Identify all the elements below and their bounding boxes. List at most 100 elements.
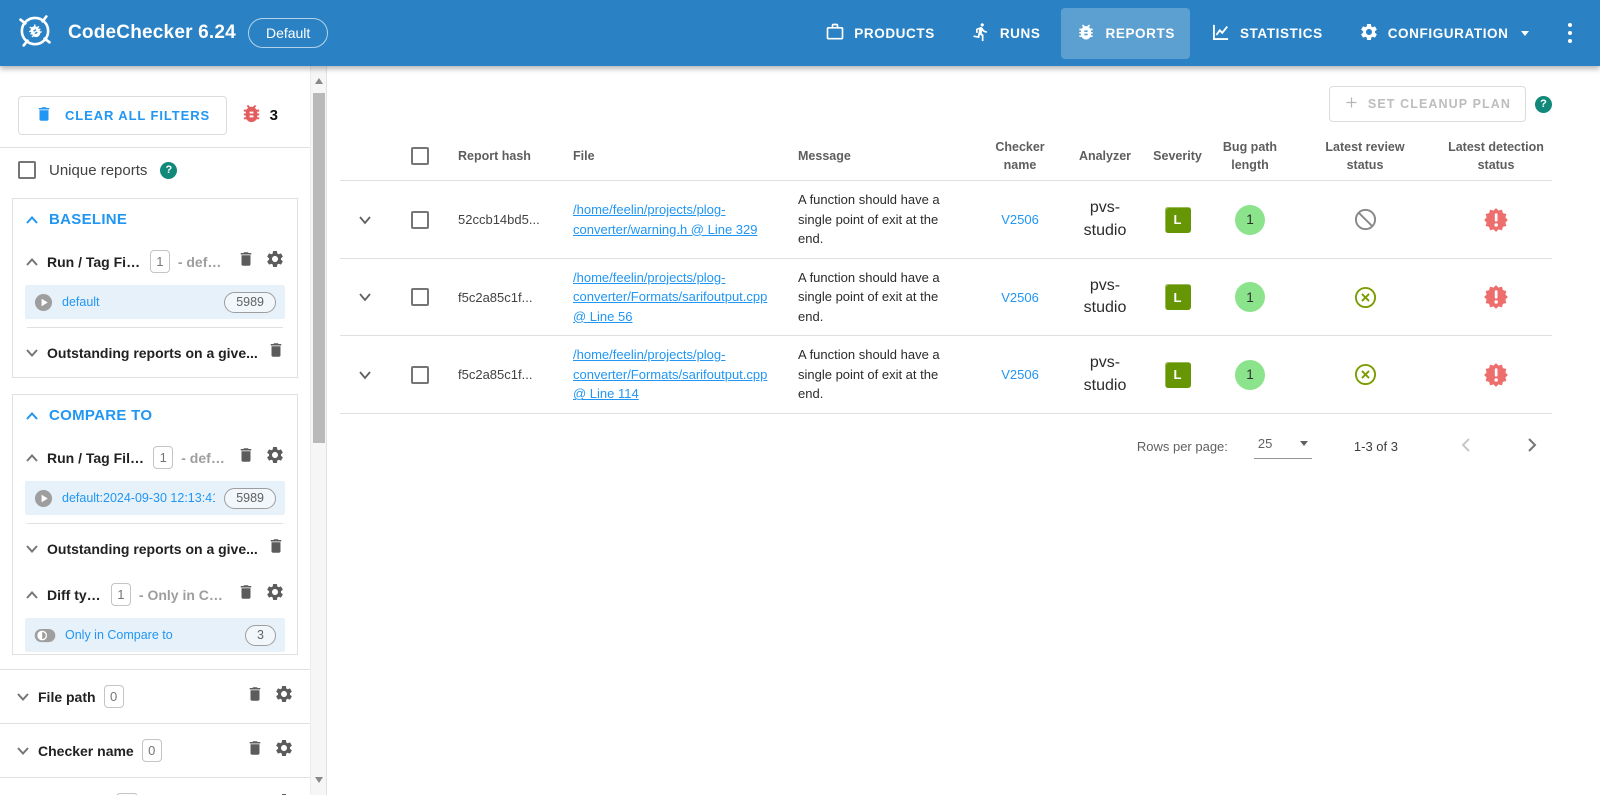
diff-type-filter-header[interactable]: Diff type 1 - Only in Co... bbox=[13, 571, 297, 618]
col-analyzer: Analyzer bbox=[1065, 141, 1145, 171]
compare-outstanding-filter-header[interactable]: Outstanding reports on a give... bbox=[13, 526, 297, 571]
row-expand-button[interactable] bbox=[340, 291, 390, 303]
col-bug-path-length: Bug path length bbox=[1210, 132, 1290, 180]
nav-configuration[interactable]: CONFIGURATION bbox=[1344, 8, 1544, 59]
chevron-up-icon bbox=[25, 453, 39, 463]
filters-sidebar: CLEAR ALL FILTERS 3 Unique reports ? BAS… bbox=[0, 66, 310, 795]
sidebar-scrollbar[interactable] bbox=[310, 66, 327, 795]
trash-icon[interactable] bbox=[267, 341, 285, 364]
nav-statistics[interactable]: STATISTICS bbox=[1196, 8, 1338, 59]
detection-status-cell bbox=[1440, 362, 1552, 388]
bug-path-length-badge: 1 bbox=[1235, 360, 1265, 390]
table-row: 52ccb14bd5... /home/feelin/projects/plog… bbox=[340, 181, 1552, 259]
contrast-icon bbox=[34, 628, 56, 643]
gear-icon[interactable] bbox=[265, 249, 285, 274]
report-message: A function should have a single point of… bbox=[790, 181, 975, 258]
gear-icon[interactable] bbox=[265, 445, 285, 470]
severity-low-badge: L bbox=[1165, 362, 1191, 388]
false-positive-icon bbox=[1353, 285, 1378, 310]
chevron-up-icon bbox=[25, 215, 39, 225]
row-checkbox[interactable] bbox=[411, 288, 429, 306]
baseline-section-header[interactable]: BASELINE bbox=[13, 199, 297, 238]
col-severity: Severity bbox=[1145, 141, 1210, 171]
col-latest-review-status: Latest review status bbox=[1290, 132, 1440, 180]
previous-page-button[interactable] bbox=[1446, 430, 1488, 463]
severity-low-badge: L bbox=[1165, 207, 1191, 233]
file-link[interactable]: /home/feelin/projects/plog-converter/war… bbox=[573, 200, 782, 239]
severity-low-badge: L bbox=[1165, 284, 1191, 310]
review-status-cell bbox=[1290, 285, 1440, 310]
reports-main: SET CLEANUP PLAN ? Report hash File Mess… bbox=[328, 66, 1600, 795]
row-checkbox[interactable] bbox=[411, 211, 429, 229]
file-link[interactable]: /home/feelin/projects/plog-converter/For… bbox=[573, 268, 782, 327]
file-path-filter-header[interactable]: File path 0 bbox=[0, 670, 310, 724]
diff-type-chip[interactable]: Only in Compare to 3 bbox=[25, 618, 285, 652]
unreviewed-icon bbox=[1353, 207, 1378, 232]
clear-all-filters-button[interactable]: CLEAR ALL FILTERS bbox=[18, 96, 227, 135]
baseline-run-chip[interactable]: default 5989 bbox=[25, 285, 285, 319]
baseline-run-tag-filter-header[interactable]: Run / Tag Filter 1 - default bbox=[13, 238, 297, 285]
nav-runs[interactable]: RUNS bbox=[956, 8, 1056, 59]
checker-name-filter-header[interactable]: Checker name 0 bbox=[0, 724, 310, 778]
trash-icon bbox=[35, 105, 53, 126]
scroll-down-arrow[interactable] bbox=[315, 777, 323, 787]
gear-icon[interactable] bbox=[265, 582, 285, 607]
trash-icon[interactable] bbox=[237, 250, 255, 273]
compare-to-section-header[interactable]: COMPARE TO bbox=[13, 395, 297, 434]
table-pagination: Rows per page: 25 1-3 of 3 bbox=[340, 430, 1552, 463]
app-header: CodeChecker 6.24 Default PRODUCTS RUNS R… bbox=[0, 0, 1600, 66]
nav-reports[interactable]: REPORTS bbox=[1061, 8, 1189, 59]
col-checker-name: Checker name bbox=[975, 132, 1065, 180]
bug-icon bbox=[240, 102, 263, 129]
select-all-checkbox[interactable] bbox=[411, 147, 429, 165]
row-expand-button[interactable] bbox=[340, 214, 390, 226]
analyzer-name: pvs-studio bbox=[1065, 197, 1145, 242]
checker-name-link[interactable]: V2506 bbox=[975, 281, 1065, 314]
play-icon bbox=[34, 293, 53, 312]
gear-icon[interactable] bbox=[274, 684, 294, 709]
table-header-row: Report hash File Message Checker name An… bbox=[340, 132, 1552, 181]
scrollbar-thumb[interactable] bbox=[313, 93, 325, 443]
help-icon[interactable]: ? bbox=[160, 162, 177, 179]
false-positive-icon bbox=[1353, 362, 1378, 387]
next-page-button[interactable] bbox=[1510, 430, 1552, 463]
rows-per-page-select[interactable]: 25 bbox=[1254, 434, 1312, 459]
col-report-hash: Report hash bbox=[450, 141, 565, 171]
trash-icon[interactable] bbox=[237, 583, 255, 606]
analyzer-name: pvs-studio bbox=[1065, 352, 1145, 397]
baseline-panel: BASELINE Run / Tag Filter 1 - default de… bbox=[12, 198, 298, 378]
detection-status-cell bbox=[1440, 284, 1552, 310]
filter-count: 1 bbox=[150, 250, 170, 273]
unique-reports-checkbox[interactable] bbox=[18, 161, 36, 179]
compare-run-chip[interactable]: default:2024-09-30 12:13:41 5989 bbox=[25, 481, 285, 515]
help-icon[interactable]: ? bbox=[1535, 96, 1552, 113]
row-checkbox[interactable] bbox=[411, 366, 429, 384]
divider bbox=[27, 327, 283, 328]
chevron-down-icon bbox=[357, 214, 373, 226]
report-message: A function should have a single point of… bbox=[790, 259, 975, 336]
baseline-outstanding-filter-header[interactable]: Outstanding reports on a give... bbox=[13, 330, 297, 375]
nav-products[interactable]: PRODUCTS bbox=[810, 8, 950, 59]
col-message: Message bbox=[790, 141, 975, 171]
trash-icon[interactable] bbox=[267, 537, 285, 560]
compare-run-tag-filter-header[interactable]: Run / Tag Filter 1 - defa... bbox=[13, 434, 297, 481]
next-filter-header-clipped[interactable] bbox=[0, 778, 310, 795]
product-badge[interactable]: Default bbox=[248, 18, 328, 48]
checker-name-link[interactable]: V2506 bbox=[975, 203, 1065, 236]
row-expand-button[interactable] bbox=[340, 369, 390, 381]
gear-icon[interactable] bbox=[274, 738, 294, 763]
set-cleanup-plan-button[interactable]: SET CLEANUP PLAN bbox=[1329, 86, 1526, 122]
file-link[interactable]: /home/feelin/projects/plog-converter/For… bbox=[573, 345, 782, 404]
detection-status-cell bbox=[1440, 207, 1552, 233]
trash-icon[interactable] bbox=[237, 446, 255, 469]
overflow-menu-button[interactable] bbox=[1558, 15, 1583, 52]
detection-new-icon bbox=[1483, 284, 1509, 310]
trash-icon[interactable] bbox=[246, 685, 264, 708]
run-report-count: 5989 bbox=[224, 292, 276, 313]
chevron-up-icon bbox=[25, 590, 39, 600]
scroll-up-arrow[interactable] bbox=[315, 74, 323, 84]
trash-icon[interactable] bbox=[246, 739, 264, 762]
checker-name-link[interactable]: V2506 bbox=[975, 358, 1065, 391]
table-row: f5c2a85c1f... /home/feelin/projects/plog… bbox=[340, 336, 1552, 414]
report-message: A function should have a single point of… bbox=[790, 336, 975, 413]
